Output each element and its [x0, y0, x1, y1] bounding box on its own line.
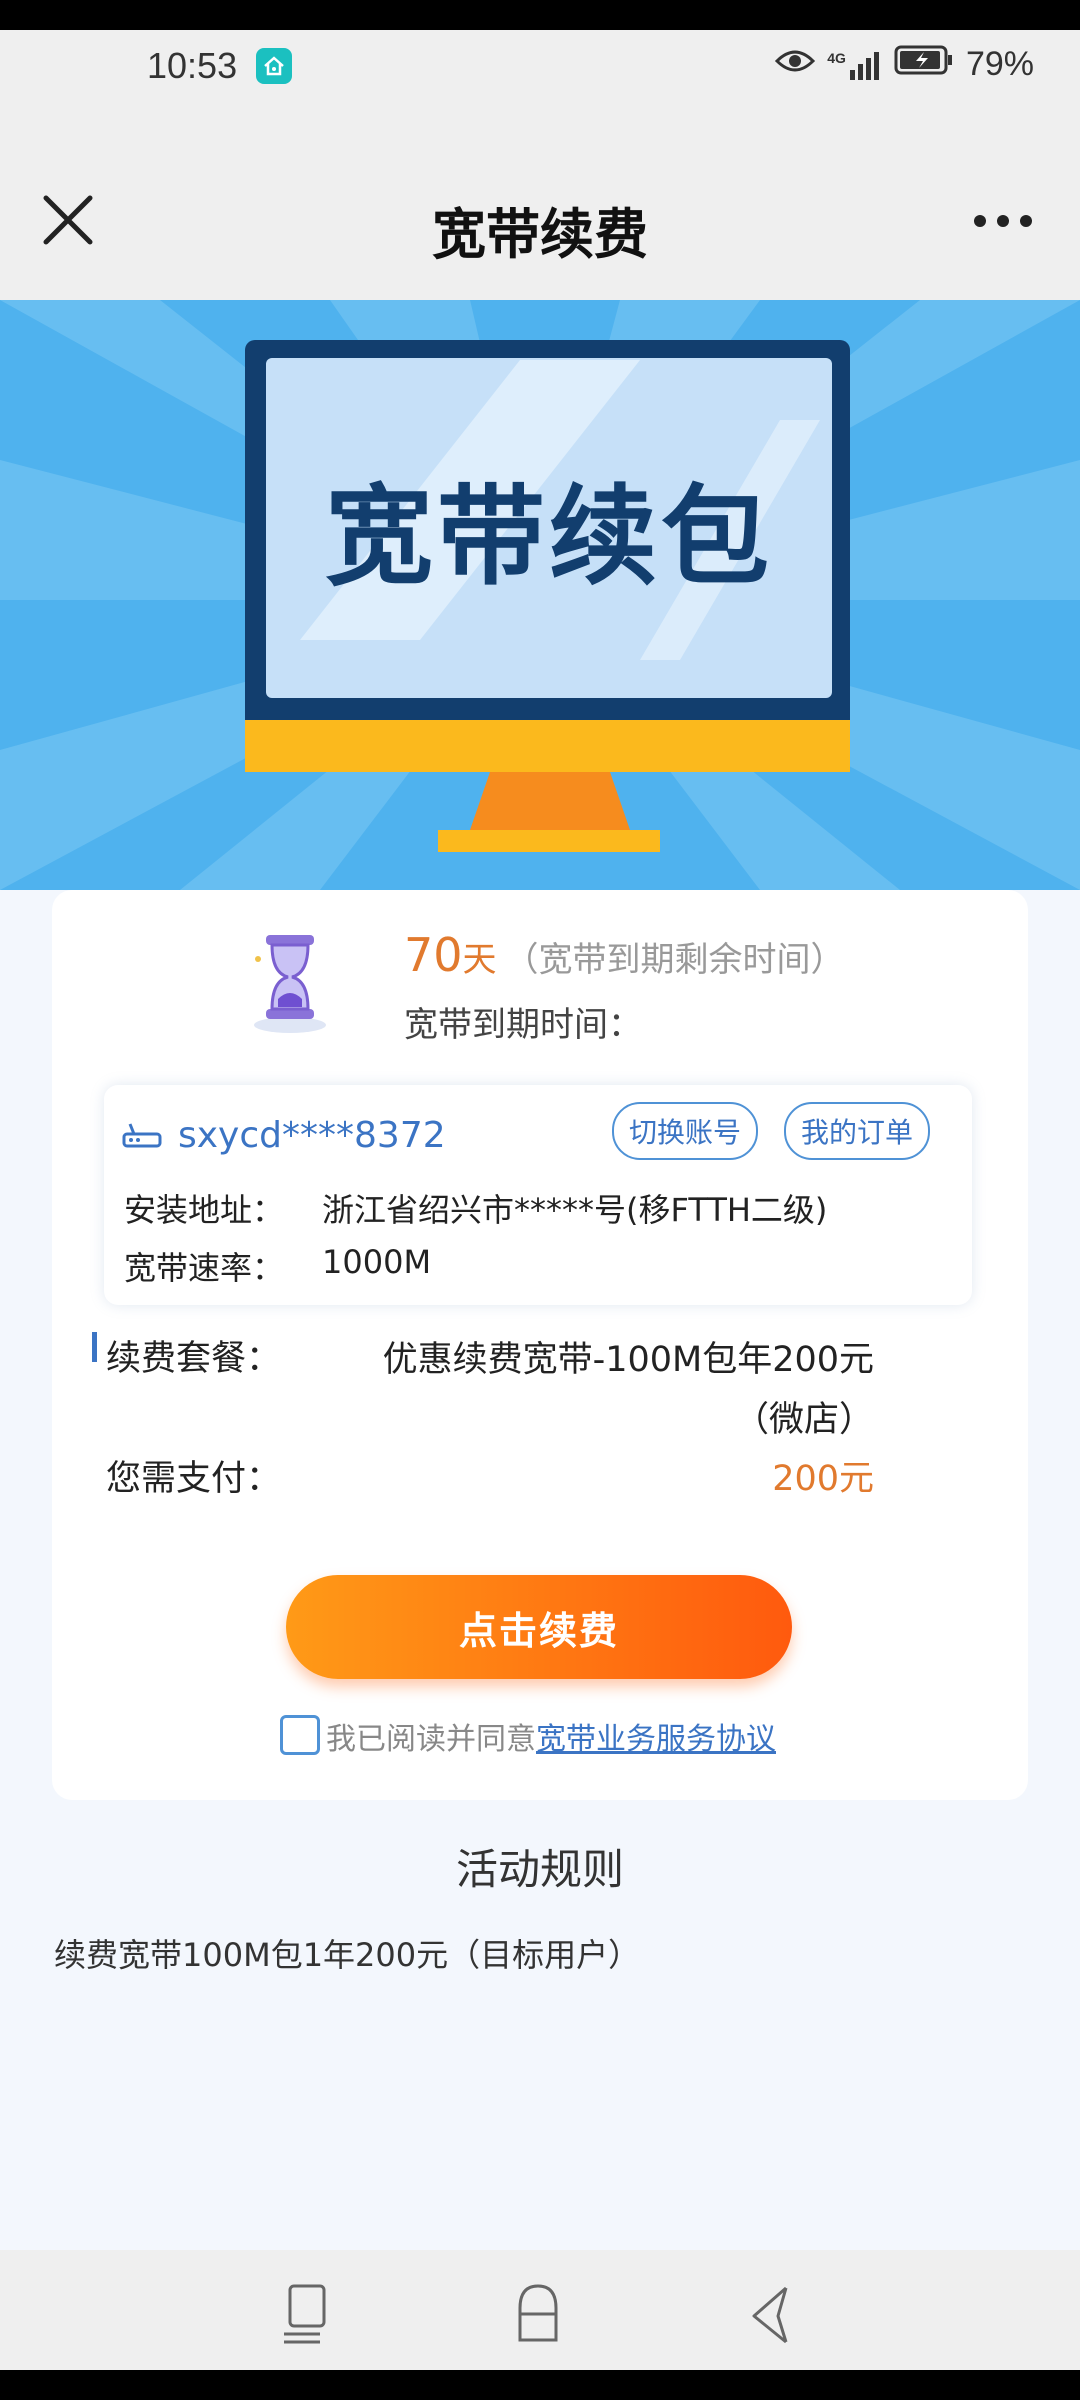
top-black-bar [0, 0, 1080, 30]
agreement-prefix: 我已阅读并同意 [326, 1722, 536, 1757]
battery-percent: 79% [965, 45, 1034, 83]
hourglass-icon [240, 925, 340, 1035]
agreement-checkbox[interactable] [280, 1715, 320, 1755]
days-unit: 天 [462, 940, 497, 980]
agreement-link[interactable]: 宽带业务服务协议 [536, 1722, 776, 1757]
agreement-text: 我已阅读并同意宽带业务服务协议 [326, 1714, 776, 1758]
my-orders-button[interactable]: 我的订单 [784, 1102, 930, 1160]
nav-bar: 宽带续费 [0, 160, 1080, 300]
days-remaining: 70天 （宽带到期剩余时间） [404, 928, 845, 982]
eye-icon [775, 45, 816, 84]
status-time: 10:53 [147, 45, 238, 86]
back-icon[interactable] [742, 2280, 802, 2350]
days-note: （宽带到期剩余时间） [504, 940, 845, 980]
package-channel: （微店） [733, 1400, 874, 1440]
package-label: 续费套餐： [106, 1339, 282, 1379]
banner: 宽带续包 [0, 300, 1080, 890]
package-marker [92, 1332, 97, 1362]
days-number: 70 [404, 928, 463, 982]
package-name: 优惠续费宽带-100M包年200元 [382, 1340, 874, 1380]
speed-label: 宽带速率： [124, 1249, 285, 1287]
status-indicators: 4G 79% [775, 44, 1034, 85]
address-value: 浙江省绍兴市*****号(移FTTH二级) [322, 1191, 828, 1229]
bottom-black-bar [0, 2370, 1080, 2400]
expire-time-label: 宽带到期时间： [404, 1005, 642, 1045]
more-icon[interactable] [968, 196, 1038, 246]
account-id: sxycd****8372 [178, 1115, 446, 1156]
home-app-icon [256, 48, 292, 84]
speed-value: 1000M [322, 1243, 432, 1281]
page-title: 宽带续费 [432, 203, 648, 266]
router-icon [122, 1120, 162, 1150]
home-icon[interactable] [508, 2280, 568, 2350]
rules-text: 续费宽带100M包1年200元（目标用户） [54, 1936, 641, 1974]
switch-account-button[interactable]: 切换账号 [612, 1102, 758, 1160]
rules-title: 活动规则 [455, 1845, 624, 1894]
banner-title: 宽带续包 [324, 475, 773, 600]
payment-amount: 200元 [772, 1459, 874, 1499]
signal-icon: 4G [827, 50, 882, 80]
battery-icon [894, 44, 954, 85]
package-value: 优惠续费宽带-100M包年200元 （微店） [330, 1330, 874, 1450]
address-label: 安装地址： [124, 1191, 285, 1229]
recent-apps-icon[interactable] [276, 2280, 336, 2350]
payment-label: 您需支付： [106, 1459, 282, 1499]
renew-button[interactable]: 点击续费 [286, 1575, 792, 1679]
network-type: 4G [827, 49, 846, 66]
